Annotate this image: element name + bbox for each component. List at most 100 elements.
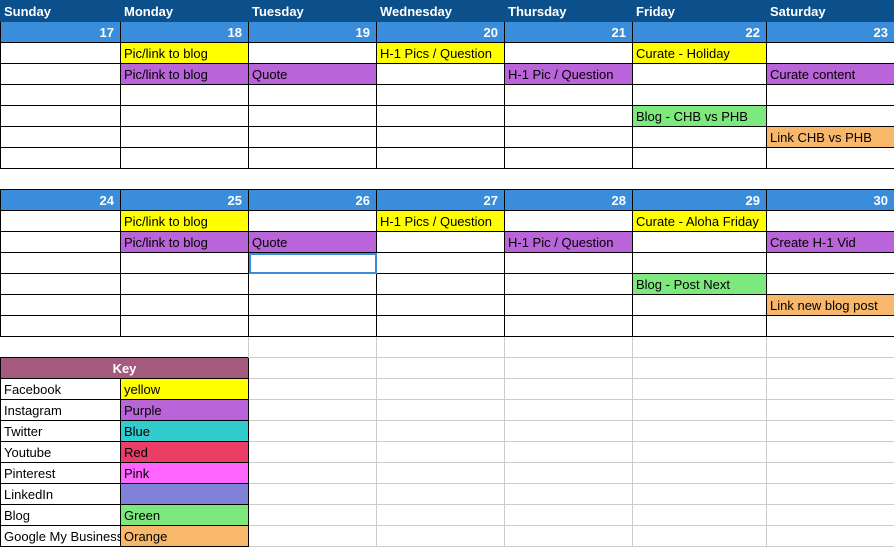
cell[interactable] [633, 253, 767, 274]
key-color[interactable]: Purple [121, 400, 249, 421]
cell[interactable] [505, 358, 633, 379]
cell[interactable] [249, 484, 377, 505]
date-cell[interactable]: 20 [377, 22, 505, 43]
cell[interactable] [249, 358, 377, 379]
cell[interactable]: Quote [249, 64, 377, 85]
cell[interactable] [249, 463, 377, 484]
cell[interactable] [249, 421, 377, 442]
cell[interactable] [633, 505, 767, 526]
cell[interactable] [249, 526, 377, 547]
cell[interactable]: H-1 Pics / Question [377, 43, 505, 64]
cell[interactable] [249, 85, 377, 106]
cell[interactable]: H-1 Pics / Question [377, 211, 505, 232]
date-cell[interactable]: 18 [121, 22, 249, 43]
cell[interactable] [505, 106, 633, 127]
cell[interactable] [505, 295, 633, 316]
cell[interactable] [1, 64, 121, 85]
cell[interactable] [505, 127, 633, 148]
cell[interactable] [633, 148, 767, 169]
cell[interactable] [377, 127, 505, 148]
cell[interactable] [767, 253, 894, 274]
cell[interactable] [377, 379, 505, 400]
date-cell[interactable]: 25 [121, 190, 249, 211]
cell[interactable] [1, 127, 121, 148]
cell[interactable] [767, 358, 894, 379]
date-cell[interactable]: 21 [505, 22, 633, 43]
key-platform[interactable]: Instagram [1, 400, 121, 421]
cell[interactable] [505, 463, 633, 484]
key-platform[interactable]: Blog [1, 505, 121, 526]
cell[interactable] [505, 379, 633, 400]
cell[interactable] [505, 316, 633, 337]
cell[interactable] [505, 421, 633, 442]
key-color[interactable]: Orange [121, 526, 249, 547]
cell[interactable] [633, 64, 767, 85]
cell[interactable] [505, 337, 633, 358]
cell[interactable]: Link new blog post [767, 295, 894, 316]
cell[interactable]: H-1 Pic / Question [505, 64, 633, 85]
cell[interactable] [377, 253, 505, 274]
cell[interactable]: Create H-1 Vid [767, 232, 894, 253]
cell[interactable] [767, 484, 894, 505]
cell[interactable] [767, 337, 894, 358]
cell[interactable] [1, 232, 121, 253]
calendar-grid[interactable]: Sunday Monday Tuesday Wednesday Thursday… [0, 0, 894, 547]
date-cell[interactable]: 28 [505, 190, 633, 211]
cell[interactable] [1, 85, 121, 106]
cell[interactable] [121, 106, 249, 127]
cell[interactable] [633, 337, 767, 358]
key-color[interactable]: Blue [121, 421, 249, 442]
cell[interactable] [249, 43, 377, 64]
cell[interactable] [633, 526, 767, 547]
cell[interactable] [633, 463, 767, 484]
cell[interactable]: Blog - CHB vs PHB [633, 106, 767, 127]
cell[interactable] [505, 148, 633, 169]
date-cell[interactable]: 19 [249, 22, 377, 43]
date-cell[interactable]: 29 [633, 190, 767, 211]
cell[interactable] [505, 484, 633, 505]
cell[interactable]: Pic/link to blog [121, 211, 249, 232]
cell[interactable] [767, 379, 894, 400]
cell[interactable] [249, 295, 377, 316]
cell[interactable] [377, 400, 505, 421]
cell[interactable] [249, 274, 377, 295]
key-color[interactable] [121, 484, 249, 505]
cell[interactable] [633, 400, 767, 421]
cell[interactable] [505, 211, 633, 232]
cell[interactable] [377, 295, 505, 316]
cell[interactable] [121, 127, 249, 148]
cell[interactable] [249, 442, 377, 463]
date-cell[interactable]: 24 [1, 190, 121, 211]
cell[interactable] [767, 148, 894, 169]
cell[interactable] [377, 106, 505, 127]
cell[interactable] [633, 421, 767, 442]
key-platform[interactable]: Pinterest [1, 463, 121, 484]
cell[interactable] [377, 505, 505, 526]
cell[interactable] [633, 316, 767, 337]
cell[interactable] [249, 106, 377, 127]
key-color[interactable]: yellow [121, 379, 249, 400]
cell[interactable] [377, 85, 505, 106]
key-color[interactable]: Green [121, 505, 249, 526]
key-color[interactable]: Red [121, 442, 249, 463]
cell[interactable] [377, 274, 505, 295]
cell[interactable] [249, 211, 377, 232]
cell[interactable]: Curate - Aloha Friday [633, 211, 767, 232]
cell[interactable] [1, 211, 121, 232]
cell[interactable] [633, 379, 767, 400]
cell[interactable] [377, 64, 505, 85]
cell[interactable] [505, 526, 633, 547]
cell[interactable] [377, 463, 505, 484]
cell[interactable] [767, 85, 894, 106]
cell[interactable] [249, 316, 377, 337]
cell[interactable] [377, 316, 505, 337]
cell[interactable] [121, 253, 249, 274]
key-color[interactable]: Pink [121, 463, 249, 484]
cell[interactable] [377, 526, 505, 547]
cell[interactable] [1, 274, 121, 295]
date-cell[interactable]: 26 [249, 190, 377, 211]
cell[interactable] [249, 148, 377, 169]
cell[interactable] [377, 337, 505, 358]
cell[interactable] [633, 127, 767, 148]
cell[interactable] [767, 43, 894, 64]
